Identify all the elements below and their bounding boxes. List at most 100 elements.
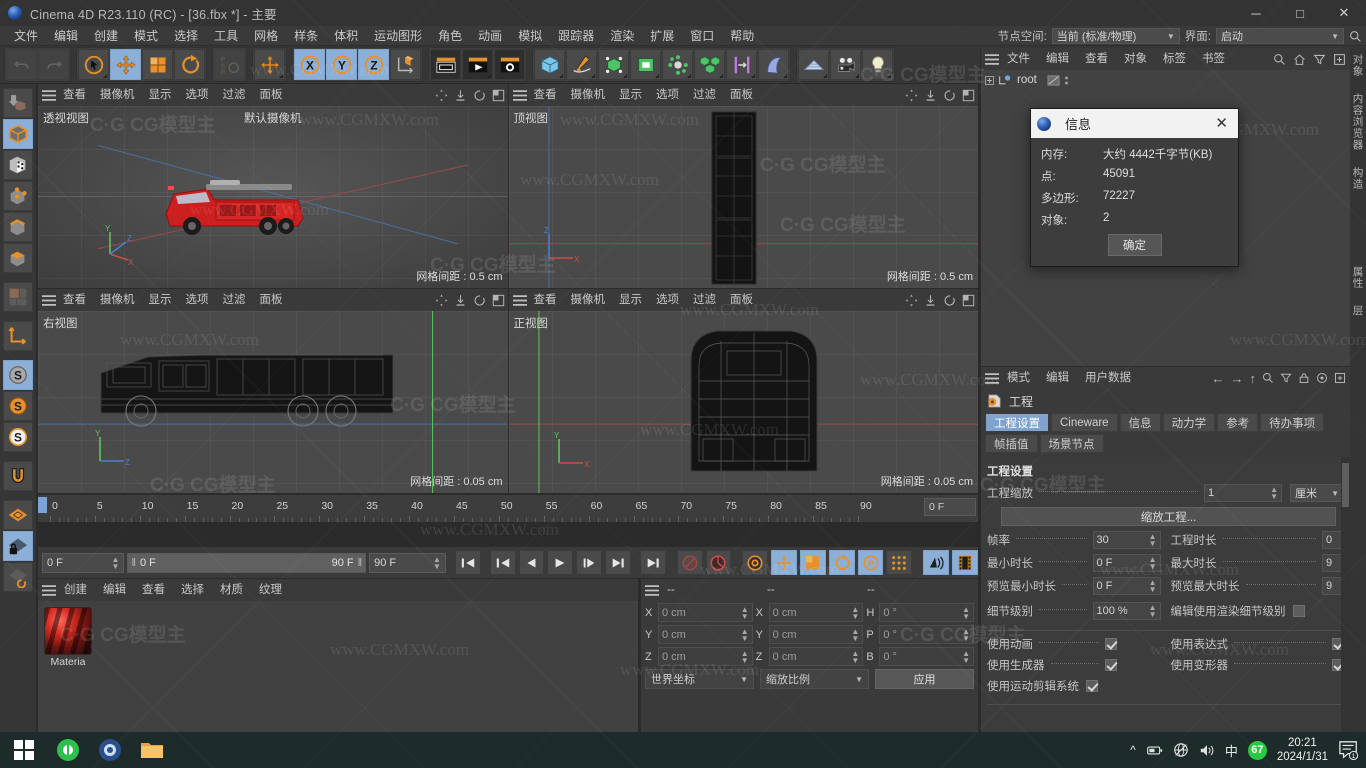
menu-item-simulate[interactable]: 模拟: [510, 26, 550, 46]
menu-item-mesh[interactable]: 网格: [246, 26, 286, 46]
coord-system-select[interactable]: 世界坐标 ▼: [645, 669, 754, 689]
search-icon[interactable]: [1262, 372, 1274, 384]
goto-prev-key-button[interactable]: [489, 550, 516, 575]
vp-menu-display[interactable]: 显示: [612, 289, 649, 311]
vp-menu-filter[interactable]: 过滤: [686, 84, 723, 106]
om-menu-object[interactable]: 对象: [1116, 48, 1155, 70]
menu-item-file[interactable]: 文件: [6, 26, 46, 46]
project-scale-unit-select[interactable]: 厘米 ▼: [1290, 484, 1344, 502]
orbit-icon[interactable]: [473, 294, 486, 307]
hamburger-icon[interactable]: [512, 89, 527, 101]
min-length-field[interactable]: 0 F ▲ ▼: [1092, 554, 1161, 572]
vp-menu-view[interactable]: 查看: [56, 289, 93, 311]
render-view-button[interactable]: [430, 49, 461, 80]
spinner-icon[interactable]: ▲ ▼: [1149, 533, 1157, 548]
vp-menu-camera[interactable]: 摄像机: [93, 289, 142, 311]
menu-item-help[interactable]: 帮助: [722, 26, 762, 46]
workplane-lock-button[interactable]: [3, 531, 33, 561]
spinner-icon[interactable]: ▲ ▼: [433, 555, 441, 570]
goto-start-button[interactable]: [454, 550, 481, 575]
home-icon[interactable]: [1293, 53, 1306, 66]
menu-item-mode[interactable]: 模式: [126, 26, 166, 46]
key-scale-button[interactable]: [799, 550, 826, 575]
workplane-rotate-button[interactable]: [3, 562, 33, 592]
tab-reference[interactable]: 参考: [1217, 413, 1259, 432]
vp-menu-camera[interactable]: 摄像机: [564, 289, 613, 311]
menu-item-spline[interactable]: 样条: [286, 26, 326, 46]
spinner-icon[interactable]: ▲ ▼: [851, 605, 859, 620]
render-region-button[interactable]: [462, 49, 493, 80]
side-tab-structure[interactable]: 构造: [1351, 167, 1366, 190]
close-button[interactable]: ✕: [1322, 0, 1366, 26]
vp-menu-options[interactable]: 选项: [649, 84, 686, 106]
add-deformer-button[interactable]: [630, 49, 661, 80]
timeline-ruler[interactable]: 0 5 10 15 20 25 30 35 40 45 50 55 60 65 70 75 80 85 90 0 F: [38, 494, 978, 522]
fps-field[interactable]: 30 ▲ ▼: [1092, 531, 1161, 549]
sound-button[interactable]: [923, 550, 950, 575]
select-tool-button[interactable]: [78, 49, 109, 80]
maximize-viewport-icon[interactable]: [492, 294, 505, 307]
minimize-button[interactable]: ─: [1234, 0, 1278, 26]
psr-lock-button[interactable]: PSR: [214, 49, 245, 80]
close-icon[interactable]: ✕: [1211, 114, 1232, 133]
side-tab-attributes[interactable]: 属性: [1351, 266, 1366, 289]
apply-button[interactable]: 应用: [875, 669, 974, 689]
menu-item-edit[interactable]: 编辑: [46, 26, 86, 46]
soft-selection-s2-button[interactable]: S: [3, 391, 33, 421]
add-light-button[interactable]: [862, 49, 893, 80]
x-axis-button[interactable]: X: [294, 49, 325, 80]
make-editable-button[interactable]: [3, 88, 33, 118]
mat-menu-create[interactable]: 创建: [56, 579, 95, 601]
hamburger-icon[interactable]: [512, 294, 527, 306]
menu-item-select[interactable]: 选择: [166, 26, 206, 46]
vp-menu-options[interactable]: 选项: [179, 84, 216, 106]
keyframe-points-button[interactable]: [886, 550, 913, 575]
model-mode-button[interactable]: [3, 119, 33, 149]
side-tab-content-browser[interactable]: 内容浏览器: [1351, 93, 1366, 151]
coord-z-position-field[interactable]: 0 cm ▲ ▼: [658, 647, 753, 666]
lock-icon[interactable]: [1298, 372, 1310, 384]
vp-menu-options[interactable]: 选项: [649, 289, 686, 311]
target-icon[interactable]: [1316, 372, 1328, 384]
scale-tool-button[interactable]: [142, 49, 173, 80]
add-nurbs-button[interactable]: [758, 49, 789, 80]
om-menu-view[interactable]: 查看: [1077, 48, 1116, 70]
viewport-canvas-perspective[interactable]: Y X Z 透视视图 默认摄像机 网格间距 : 0.5 cm: [38, 106, 508, 288]
taskbar-app-file-explorer[interactable]: [134, 733, 170, 767]
spinner-icon[interactable]: ▲ ▼: [1149, 604, 1157, 619]
mat-menu-edit[interactable]: 编辑: [95, 579, 134, 601]
om-menu-bookmark[interactable]: 书签: [1194, 48, 1233, 70]
texture-mode-button[interactable]: [3, 150, 33, 180]
vp-menu-view[interactable]: 查看: [56, 84, 93, 106]
vp-menu-display[interactable]: 显示: [142, 289, 179, 311]
viewport-canvas-right[interactable]: Y Z 右视图 网格间距 : 0.05 cm: [38, 311, 508, 493]
viewport-canvas-front[interactable]: Y X 正视图 网格间距 : 0.05 cm: [508, 311, 978, 493]
am-menu-edit[interactable]: 编辑: [1038, 367, 1077, 389]
use-motion-clip-checkbox[interactable]: [1086, 680, 1098, 692]
render-lod-checkbox[interactable]: [1292, 605, 1305, 617]
spinner-icon[interactable]: ▲ ▼: [112, 555, 120, 570]
axis-lock-button[interactable]: [3, 321, 33, 351]
pan-icon[interactable]: [435, 89, 448, 102]
viewport-front[interactable]: 查看 摄像机 显示 选项 过滤 面板 Y X 正视图 网格间距: 0.05 c…: [508, 289, 978, 493]
node-space-select[interactable]: 当前 (标准/物理) ▼: [1051, 28, 1180, 44]
add-environment-button[interactable]: [662, 49, 693, 80]
am-menu-userdata[interactable]: 用户数据: [1077, 367, 1139, 389]
render-settings-button[interactable]: [494, 49, 525, 80]
z-axis-button[interactable]: Z: [358, 49, 389, 80]
record-active-objects-button[interactable]: [676, 550, 703, 575]
side-tab-layers[interactable]: 层: [1351, 305, 1366, 317]
viewport-layout-button[interactable]: [3, 282, 33, 312]
point-mode-button[interactable]: [3, 181, 33, 211]
key-rotation-button[interactable]: [828, 550, 855, 575]
up-arrow-icon[interactable]: ↑: [1250, 371, 1257, 386]
zoom-icon[interactable]: [924, 294, 937, 307]
spinner-icon[interactable]: ▲ ▼: [741, 605, 749, 620]
coord-y-size-field[interactable]: 0 cm ▲ ▼: [768, 625, 864, 644]
step-forward-button[interactable]: [576, 550, 603, 575]
vp-menu-view[interactable]: 查看: [527, 289, 564, 311]
tab-cineware[interactable]: Cineware: [1051, 413, 1118, 432]
taskbar-app-browser-blue[interactable]: [92, 733, 128, 767]
add-spline-button[interactable]: [566, 49, 597, 80]
filter-icon[interactable]: [1280, 372, 1292, 384]
